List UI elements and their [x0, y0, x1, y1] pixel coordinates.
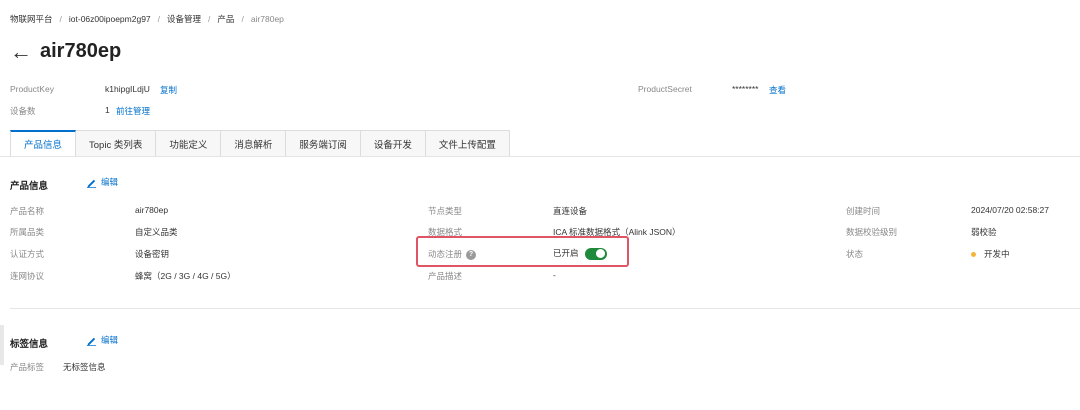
product-description-label: 产品描述 — [428, 271, 463, 281]
product-key-label: ProductKey — [10, 84, 54, 94]
status-dot-icon — [971, 252, 976, 258]
copy-link[interactable]: 复制 — [160, 84, 177, 96]
check-level-label: 数据校验级别 — [846, 227, 898, 237]
network-protocol-label: 连网协议 — [10, 271, 45, 281]
product-info-edit-label: 编辑 — [101, 177, 119, 187]
product-tag-value: 无标签信息 — [63, 362, 106, 372]
status-value: 开发中 — [971, 248, 1010, 260]
category-label: 所属品类 — [10, 227, 45, 237]
product-name-label: 产品名称 — [10, 206, 45, 216]
product-description-value: - — [553, 270, 556, 280]
tab-function-definition[interactable]: 功能定义 — [156, 130, 222, 157]
tab-product-info[interactable]: 产品信息 — [10, 130, 77, 157]
section-divider — [10, 308, 1080, 309]
tag-info-edit-button[interactable]: 编辑 — [86, 334, 118, 346]
auth-method-label: 认证方式 — [10, 249, 45, 259]
auth-method-value: 设备密钥 — [135, 249, 170, 259]
highlight-box — [416, 236, 629, 267]
check-level-value: 弱校验 — [971, 227, 997, 237]
edit-pencil-icon — [86, 337, 97, 346]
breadcrumb-separator: / — [208, 14, 211, 24]
status-label: 状态 — [846, 249, 864, 259]
status-text: 开发中 — [984, 249, 1010, 259]
product-info-edit-button[interactable]: 编辑 — [86, 176, 118, 188]
tab-topic-list[interactable]: Topic 类列表 — [76, 130, 157, 157]
product-tag-label: 产品标签 — [10, 362, 45, 372]
breadcrumb-separator: / — [157, 14, 161, 24]
tag-info-title: 标签信息 — [10, 339, 49, 350]
node-type-label: 节点类型 — [428, 206, 463, 216]
product-key-value: k1hipgILdjU — [105, 84, 150, 94]
category-value: 自定义品类 — [135, 227, 178, 237]
left-edge-bar — [0, 325, 4, 365]
tabs-divider — [0, 156, 1080, 157]
breadcrumb-item-current: air780ep — [250, 14, 284, 24]
tab-bar: 产品信息 Topic 类列表 功能定义 消息解析 服务端订阅 设备开发 文件上传… — [10, 130, 510, 157]
node-type-value: 直连设备 — [553, 206, 588, 216]
manage-devices-link[interactable]: 前往管理 — [116, 105, 150, 117]
product-secret-value: ******** — [732, 84, 759, 94]
tab-file-upload-config[interactable]: 文件上传配置 — [425, 130, 510, 157]
network-protocol-value: 蜂窝（2G / 3G / 4G / 5G） — [135, 271, 236, 281]
tab-server-subscription[interactable]: 服务端订阅 — [286, 130, 361, 157]
product-secret-label: ProductSecret — [638, 84, 692, 94]
title-row: ← air780ep — [10, 40, 121, 63]
breadcrumb-item-iot-platform[interactable]: 物联网平台 — [10, 13, 53, 25]
device-count-label: 设备数 — [10, 106, 36, 116]
product-name-value: air780ep — [135, 205, 169, 215]
created-time-label: 创建时间 — [846, 206, 881, 216]
tag-info-edit-label: 编辑 — [101, 335, 119, 345]
edit-pencil-icon — [86, 179, 97, 188]
device-count-value: 1 — [105, 105, 110, 115]
breadcrumb-separator: / — [241, 14, 244, 24]
product-info-title: 产品信息 — [10, 181, 49, 192]
back-arrow-icon[interactable]: ← — [10, 40, 32, 63]
created-time-value: 2024/07/20 02:58:27 — [971, 205, 1049, 215]
breadcrumb-item-device-management[interactable]: 设备管理 — [167, 13, 201, 25]
breadcrumb-item-instance[interactable]: iot-06z00ipoepm2g97 — [69, 14, 151, 24]
breadcrumb: 物联网平台 / iot-06z00ipoepm2g97 / 设备管理 / 产品 … — [10, 13, 284, 25]
tab-message-parsing[interactable]: 消息解析 — [221, 130, 287, 157]
tab-device-development[interactable]: 设备开发 — [360, 130, 426, 157]
breadcrumb-item-products[interactable]: 产品 — [217, 13, 234, 25]
view-secret-link[interactable]: 查看 — [769, 84, 786, 96]
breadcrumb-separator: / — [59, 14, 62, 24]
page-title: air780ep — [40, 40, 122, 62]
